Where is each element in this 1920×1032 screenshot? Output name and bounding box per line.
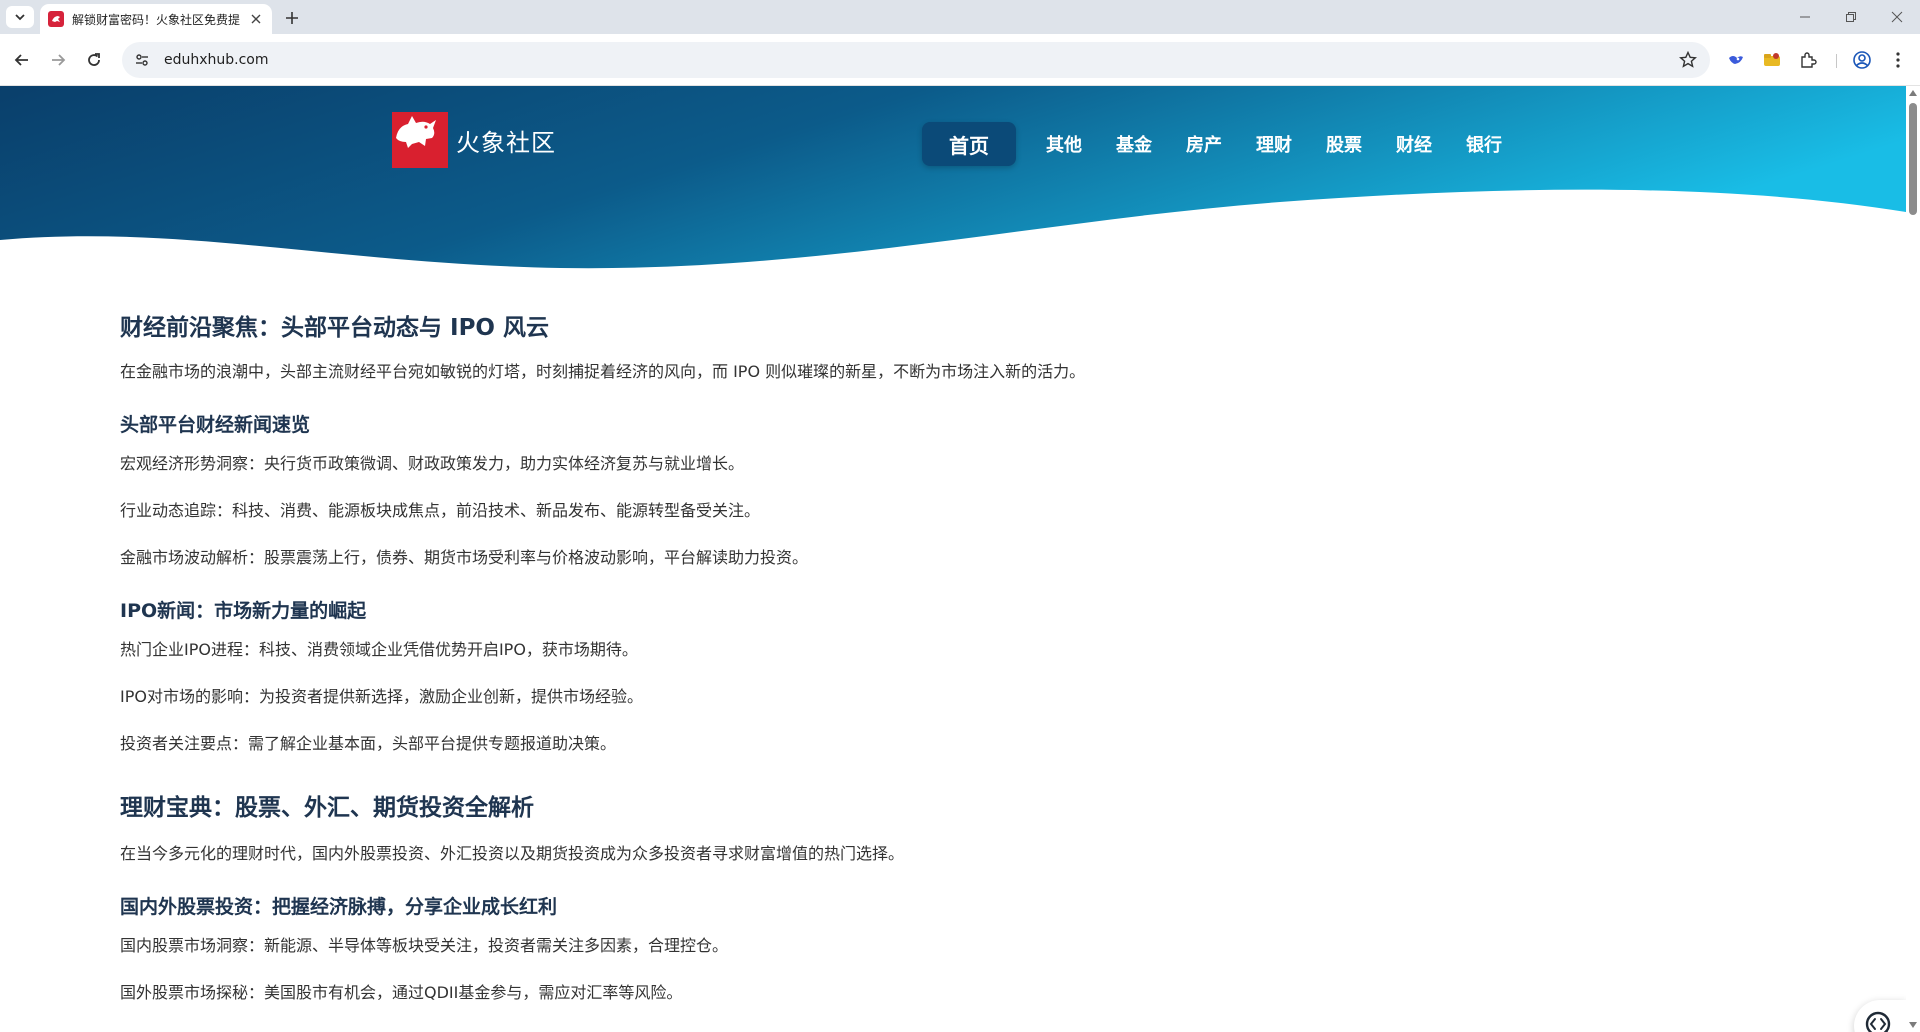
extension-bird-icon [1729,56,1743,64]
nav-item-realestate[interactable]: 房产 [1186,131,1222,157]
paragraph: 热门企业IPO进程：科技、消费领域企业凭借优势开启IPO，获市场期待。 [120,640,638,659]
address-bar[interactable]: eduhxhub.com [122,42,1710,78]
site-logo[interactable]: 火象社区 [392,112,556,168]
minimize-button[interactable] [1782,0,1828,34]
plus-icon [286,12,298,24]
nav-item-stock[interactable]: 股票 [1326,131,1362,157]
subsection-heading: IPO新闻：市场新力量的崛起 [120,600,367,622]
restore-button[interactable] [1828,0,1874,34]
section-heading: 理财宝典：股票、外汇、期货投资全解析 [120,795,534,821]
scroll-down-arrow-icon[interactable] [1909,1022,1917,1028]
subsection-heading: 头部平台财经新闻速览 [120,414,311,436]
reload-icon [88,53,100,66]
forward-button[interactable] [44,46,72,74]
paragraph: 金融市场波动解析：股票震荡上行，债券、期货市场受利率与价格波动影响，平台解读助力… [120,548,809,567]
close-icon [1891,11,1903,23]
new-tab-button[interactable] [282,8,302,28]
section-heading: 财经前沿聚焦：头部平台动态与 IPO 风云 [120,315,549,341]
star-icon[interactable] [1678,50,1698,70]
restore-icon [1846,12,1856,22]
kebab-menu-icon [1896,52,1900,68]
scroll-thumb[interactable] [1909,103,1917,215]
tune-icon[interactable] [132,50,152,70]
arrow-left-icon [14,54,28,66]
back-button[interactable] [8,46,36,74]
paragraph: 国内股票市场洞察：新能源、半导体等板块受关注，投资者需关注多因素，合理控仓。 [120,936,729,955]
chevron-down-icon [15,14,25,21]
close-window-button[interactable] [1874,0,1920,34]
article-content: 财经前沿聚焦：头部平台动态与 IPO 风云 在金融市场的浪潮中，头部主流财经平台… [120,308,1620,1003]
subsection-heading: 国内外股票投资：把握经济脉搏，分享企业成长红利 [120,896,558,918]
nav-item-bank[interactable]: 银行 [1466,131,1502,157]
paragraph: 在当今多元化的理财时代，国内外股票投资、外汇投资以及期货投资成为众多投资者寻求财… [120,844,905,863]
rhino-logo-icon [392,112,448,168]
browser-menu-button[interactable] [1884,46,1912,74]
extension-folder-icon [1764,53,1780,66]
site-favicon-icon [48,11,64,27]
nav-item-other[interactable]: 其他 [1046,131,1082,157]
tab-search-button[interactable] [6,6,34,28]
extension-button[interactable] [1722,46,1750,74]
tab-title: 解锁财富密码！火象社区免费提 [72,12,240,27]
paragraph: 宏观经济形势洞察：央行货币政策微调、财政政策发力，助力实体经济复苏与就业增长。 [120,454,745,473]
puzzle-icon [1801,52,1817,68]
profile-button[interactable] [1848,46,1876,74]
paragraph: 投资者关注要点：需了解企业基本面，头部平台提供专题报道助决策。 [120,734,617,753]
floating-tool-button[interactable] [1854,1000,1906,1032]
browser-tab-bar: 解锁财富密码！火象社区免费提 [0,0,1920,34]
extension-button[interactable] [1758,46,1786,74]
nav-home-button[interactable]: 首页 [922,122,1016,166]
reload-button[interactable] [80,46,108,74]
nav-item-fund[interactable]: 基金 [1116,131,1152,157]
nav-item-wealth[interactable]: 理财 [1256,131,1292,157]
toolbar-divider [1836,54,1837,68]
page-viewport: 火象社区 首页 其他 基金 房产 理财 股票 财经 银行 财经前沿聚焦：头部平台… [0,86,1906,1032]
nav-item-finance[interactable]: 财经 [1396,131,1432,157]
paragraph: IPO对市场的影响：为投资者提供新选择，激励企业创新，提供市场经验。 [120,687,643,706]
scroll-up-arrow-icon[interactable] [1909,90,1917,96]
paragraph: 国外股票市场探秘：美国股市有机会，通过QDII基金参与，需应对汇率等风险。 [120,983,683,1002]
site-name: 火象社区 [456,128,556,157]
code-search-icon [1865,1011,1891,1032]
arrow-right-icon [52,54,66,66]
minimize-icon [1800,16,1810,18]
profile-icon [1853,51,1871,69]
main-navigation: 首页 其他 基金 房产 理财 股票 财经 银行 [922,122,1536,166]
page-scrollbar[interactable] [1906,86,1920,1032]
paragraph: 在金融市场的浪潮中，头部主流财经平台宛如敏锐的灯塔，时刻捕捉着经济的风向，而 I… [120,362,1086,381]
browser-tab[interactable]: 解锁财富密码！火象社区免费提 [40,4,272,34]
extensions-button[interactable] [1794,46,1822,74]
url-text: eduhxhub.com [164,52,269,68]
browser-toolbar: eduhxhub.com [0,34,1920,86]
close-icon[interactable] [248,11,264,27]
window-controls [1782,0,1920,34]
site-header: 火象社区 首页 其他 基金 房产 理财 股票 财经 银行 [0,86,1906,276]
header-wave-background [0,86,1906,269]
paragraph: 行业动态追踪：科技、消费、能源板块成焦点，前沿技术、新品发布、能源转型备受关注。 [120,501,761,520]
